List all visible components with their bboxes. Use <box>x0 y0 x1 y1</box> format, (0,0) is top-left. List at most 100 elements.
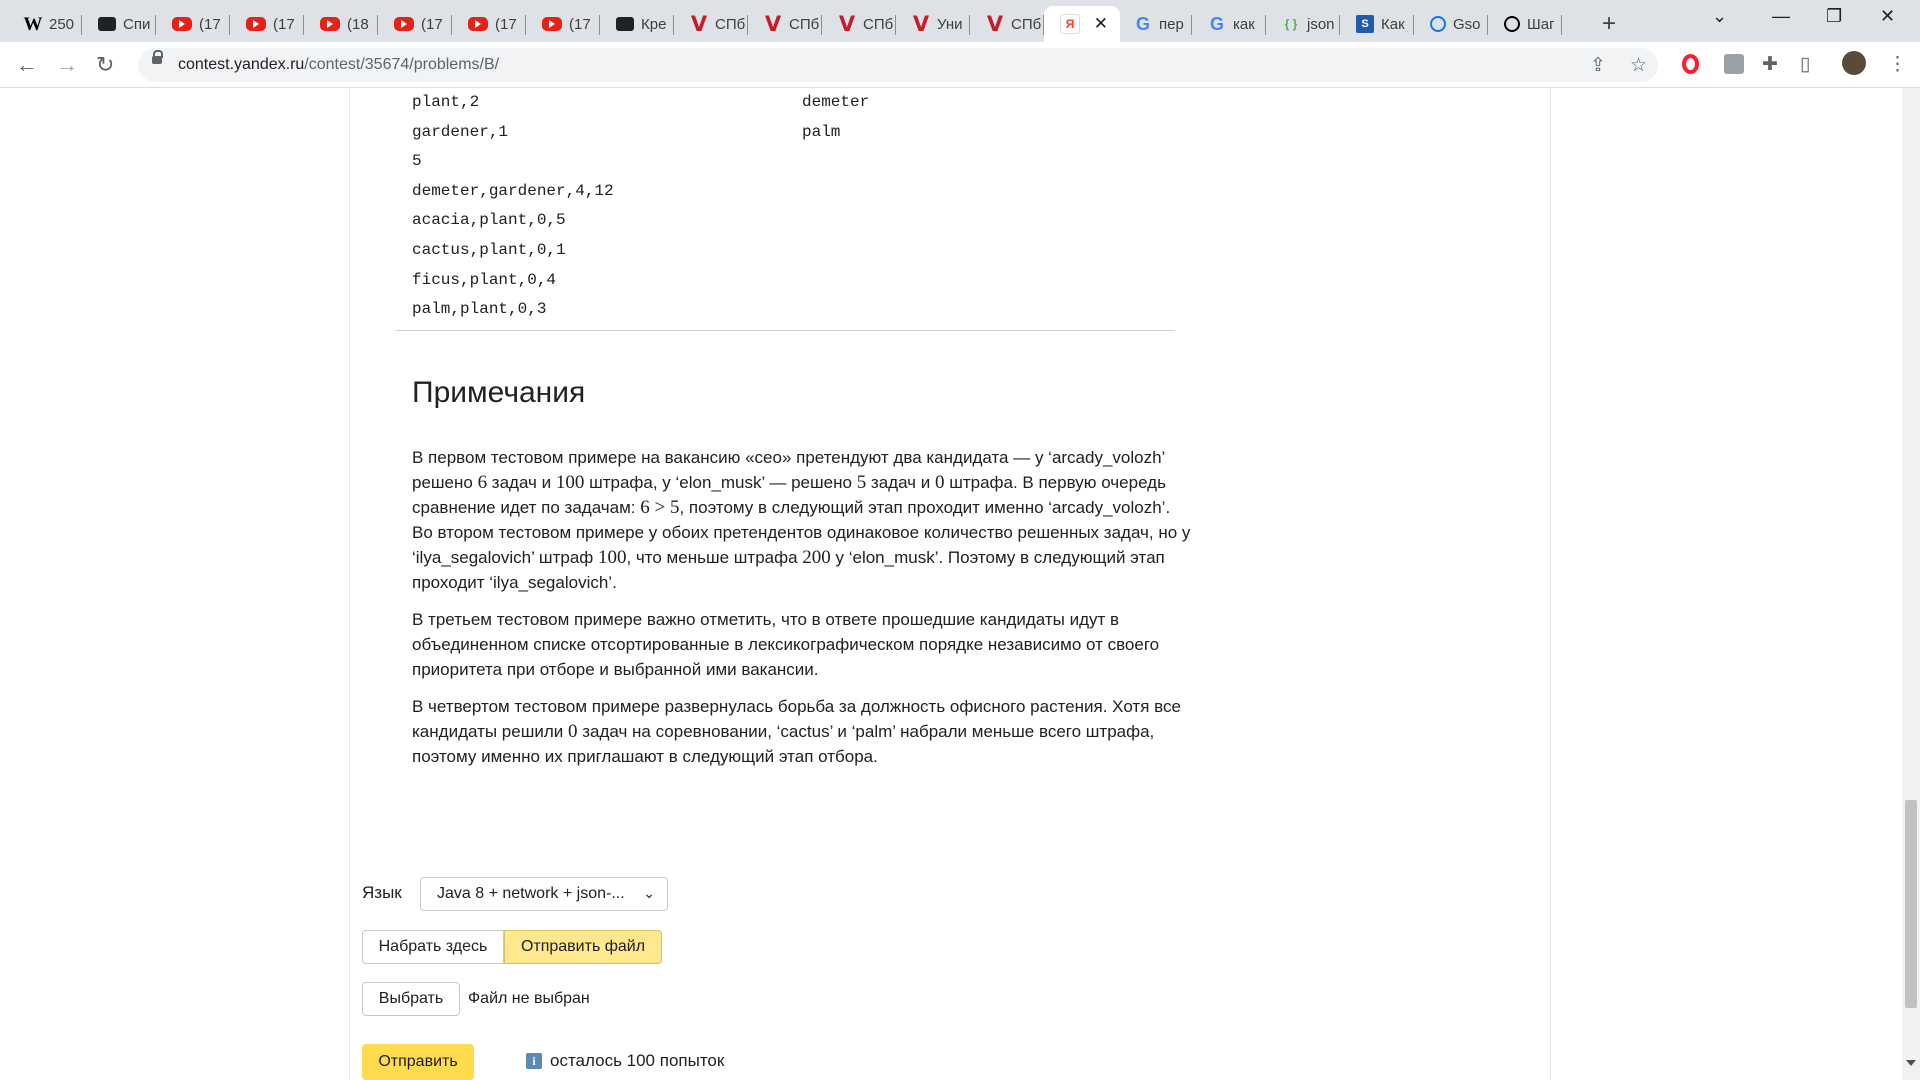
youtube-icon <box>246 17 266 31</box>
shag-icon <box>1504 16 1520 32</box>
browser-tab[interactable]: Я ✕ <box>1044 6 1120 42</box>
scrollbar-thumb[interactable] <box>1905 800 1917 1008</box>
text: , что меньше штрафа <box>626 548 803 567</box>
sample-line: palm <box>802 122 841 141</box>
browser-tab[interactable]: (17 <box>526 6 600 42</box>
tab-title: Как <box>1381 15 1405 33</box>
browser-tab[interactable]: (17 <box>156 6 230 42</box>
browser-tab[interactable]: Gпер <box>1118 6 1192 42</box>
tab-title: 250 <box>49 15 75 33</box>
math: 6 <box>477 472 488 493</box>
tab-title: Уни <box>937 15 963 33</box>
tab-title: Кре <box>641 15 667 33</box>
lock-icon[interactable] <box>152 50 163 64</box>
tab-title: СПб <box>863 15 894 33</box>
notes-heading: Примечания <box>412 376 586 409</box>
tab-title: как <box>1233 15 1255 33</box>
opera-extension-icon[interactable] <box>1682 54 1699 74</box>
language-select[interactable]: Java 8 + network + json-... ⌄ <box>420 877 668 911</box>
browser-tab[interactable]: Шаг <box>1488 6 1562 42</box>
browser-tab[interactable]: V СПб <box>822 6 896 42</box>
browser-tab[interactable]: (17 <box>230 6 304 42</box>
browser-tab[interactable]: { } json <box>1266 6 1340 42</box>
attempts-remaining: осталось 100 попыток <box>550 1051 725 1070</box>
scroll-down-arrow-icon[interactable] <box>1906 1060 1916 1066</box>
bookmark-star-icon[interactable]: ☆ <box>1630 54 1647 77</box>
yandex-icon: Я <box>1060 14 1080 34</box>
side-panel-icon[interactable]: ▯ <box>1800 53 1810 76</box>
browser-tab[interactable]: (17 <box>452 6 526 42</box>
extensions-puzzle-icon[interactable]: ✚ <box>1762 53 1778 76</box>
content-right-border <box>1550 88 1551 1080</box>
share-icon[interactable]: ⇪ <box>1590 54 1606 77</box>
back-icon[interactable]: ← <box>16 52 38 78</box>
browser-tab[interactable]: (17 <box>378 6 452 42</box>
file-status: Файл не выбран <box>468 990 590 1007</box>
text: задач и <box>487 473 556 492</box>
browser-tab[interactable]: W 250 <box>8 6 82 42</box>
divider <box>395 330 1175 331</box>
youtube-icon <box>394 17 414 31</box>
sample-input: plant,2 gardener,1 5 demeter,gardener,4,12 a… <box>412 88 614 325</box>
browser-tab[interactable]: V СПб <box>674 6 748 42</box>
tab-title: (18 <box>347 15 369 33</box>
reload-icon[interactable]: ↻ <box>96 52 114 78</box>
url-path: /contest/35674/problems/B/ <box>304 56 500 73</box>
tab-title: Шаг <box>1527 15 1555 33</box>
close-tab-icon[interactable]: ✕ <box>1094 14 1108 34</box>
sample-line: demeter <box>802 93 870 111</box>
window-close-icon[interactable]: ✕ <box>1880 6 1895 27</box>
content-left-border <box>349 88 350 1080</box>
browser-tab[interactable]: Спи <box>82 6 156 42</box>
submit-button[interactable]: Отправить <box>362 1044 474 1080</box>
browser-tab[interactable]: Gso <box>1414 6 1488 42</box>
menu-dots-icon[interactable]: ⋮ <box>1888 53 1907 76</box>
v-icon: V <box>690 11 708 36</box>
note-paragraph-3: В четвертом тестовом примере развернулас… <box>412 694 1202 769</box>
sample-line: gardener,1 <box>412 122 509 141</box>
forward-icon[interactable]: → <box>56 52 78 78</box>
math: 6 > 5 <box>640 497 680 518</box>
tab-title: СПб <box>715 15 746 33</box>
sample-output: demeter palm <box>802 88 869 147</box>
gson-icon <box>1430 16 1446 32</box>
v-icon: V <box>912 11 930 36</box>
chevron-down-icon[interactable]: ⌄ <box>1712 6 1727 27</box>
sample-line: 5 <box>412 152 422 171</box>
sample-line: plant,2 <box>412 93 480 111</box>
profile-avatar[interactable] <box>1842 51 1866 75</box>
language-value: Java 8 + network + json-... <box>437 885 625 902</box>
tab-title: Спи <box>123 15 151 33</box>
maximize-icon[interactable]: ❐ <box>1826 6 1842 27</box>
extension-icon[interactable] <box>1724 54 1744 74</box>
browser-tab[interactable]: S Как <box>1340 6 1414 42</box>
choose-file-button[interactable]: Выбрать <box>362 982 460 1016</box>
tab-title: (17 <box>199 15 221 33</box>
youtube-icon <box>468 17 488 31</box>
chevron-down-icon: ⌄ <box>643 885 655 901</box>
text: задач и <box>866 473 935 492</box>
google-icon: G <box>1135 14 1150 34</box>
address-bar[interactable]: contest.yandex.ru/contest/35674/problems… <box>138 48 1658 82</box>
note-paragraph-2: В третьем тестовом примере важно отметит… <box>412 610 1160 679</box>
browser-tab[interactable]: (18 <box>304 6 378 42</box>
sample-line: cactus,plant,0,1 <box>412 240 566 259</box>
note-paragraph-1: В первом тестовом примере на вакансию «c… <box>412 445 1202 595</box>
browser-tab[interactable]: V СПб <box>748 6 822 42</box>
tab-send-file[interactable]: Отправить файл <box>504 930 662 964</box>
browser-tab[interactable]: V Уни <box>896 6 970 42</box>
youtube-icon <box>542 17 562 31</box>
text: штрафа, у ‘elon_musk’ — решено <box>584 473 857 492</box>
url-text[interactable]: contest.yandex.ru/contest/35674/problems… <box>178 56 499 74</box>
stackoverflow-icon: S <box>1356 15 1374 33</box>
minimize-icon[interactable]: — <box>1772 6 1790 27</box>
text: , поэтому в следующий этап проходит имен… <box>679 498 1171 517</box>
new-tab-button[interactable]: + <box>1602 10 1616 38</box>
browser-tab[interactable]: V СПб <box>970 6 1044 42</box>
browser-tab[interactable]: Кре <box>600 6 674 42</box>
tab-type-here[interactable]: Набрать здесь <box>362 930 504 964</box>
tab-title: СПб <box>1011 15 1042 33</box>
v-icon: V <box>838 11 856 36</box>
tab-title: Gso <box>1453 15 1481 33</box>
browser-tab[interactable]: Gкак <box>1192 6 1266 42</box>
